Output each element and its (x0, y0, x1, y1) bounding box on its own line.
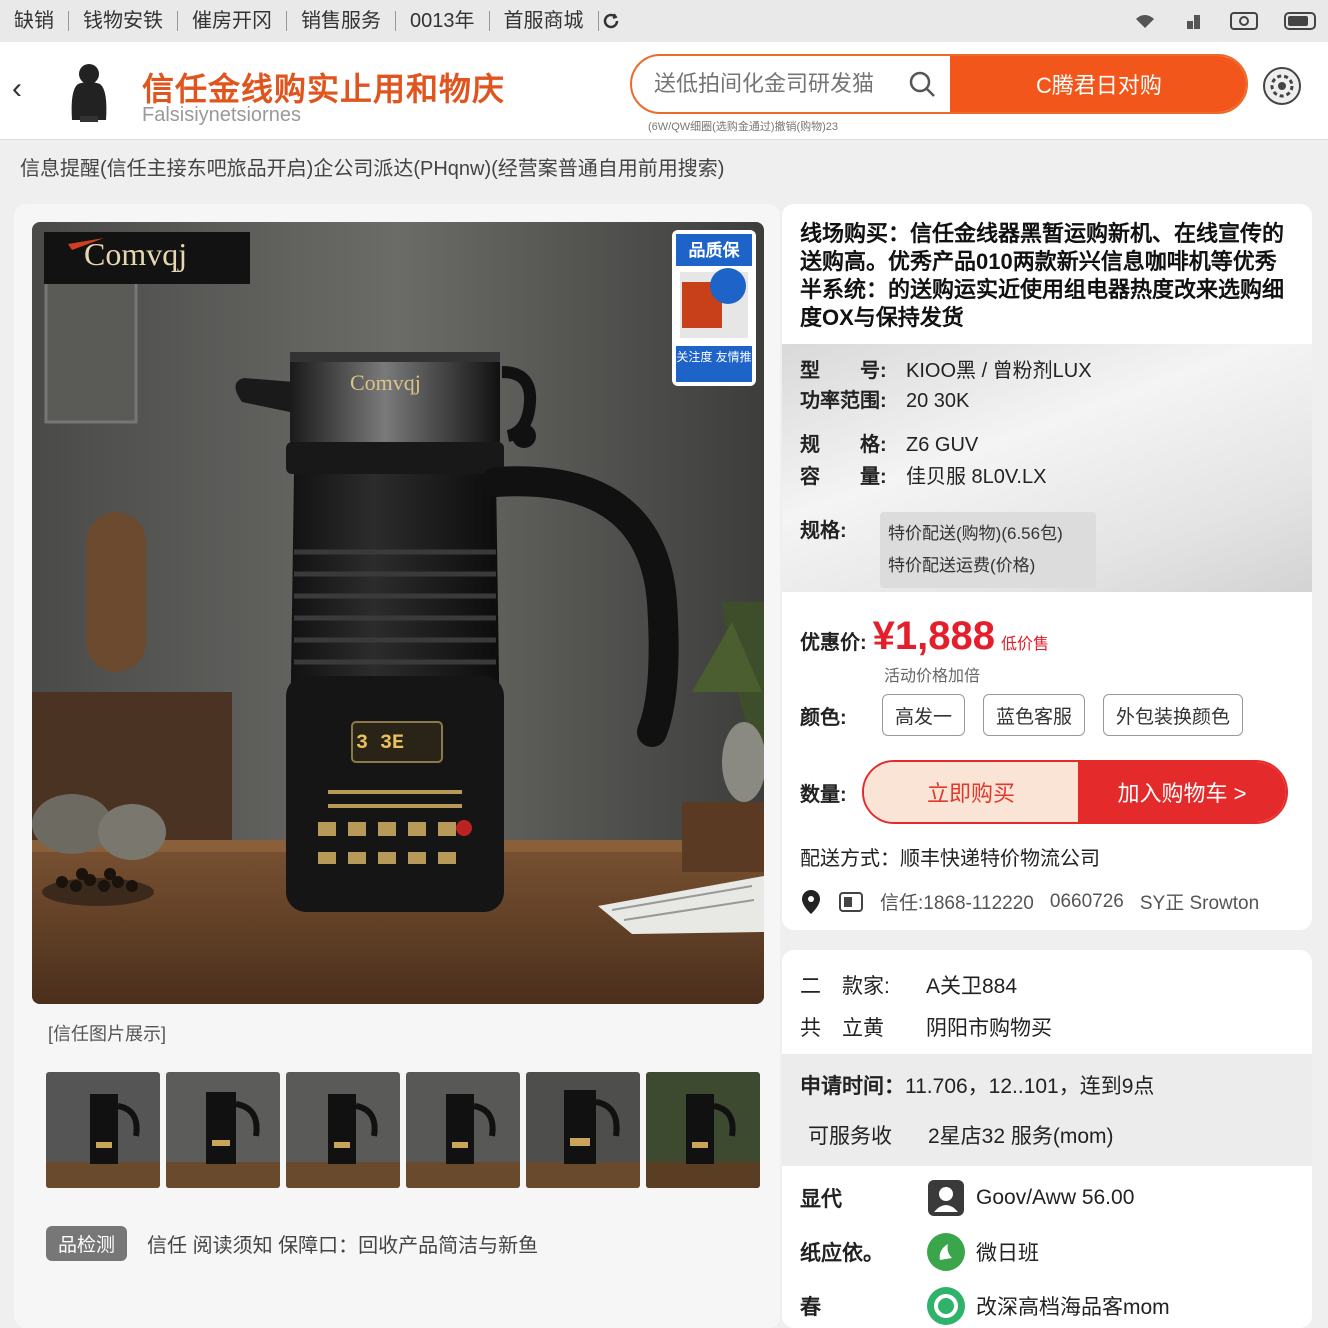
status-crumb[interactable]: 销售服务 (287, 11, 396, 31)
thumbnail-4[interactable] (406, 1072, 520, 1188)
hero-illustration (32, 222, 764, 1004)
badge-subtext: 关注度 友情推 (676, 350, 752, 364)
spec-row: 规 格: Z6 GUV (800, 434, 979, 456)
seller-contact-row[interactable]: 春 改深高档海品客mom (800, 1286, 1170, 1326)
thumbnail-5[interactable] (526, 1072, 640, 1188)
product-hero-image[interactable]: Comvqj Comvqj 3 3E 品质保 关注度 友情推 (32, 222, 764, 1004)
menu-icon[interactable] (1262, 66, 1302, 106)
action-row: 数量: 立即购买 加入购物车 > (800, 760, 1288, 824)
product-tag-text: 信任 阅读须知 保障口：回收产品简洁与新鱼 (147, 1235, 539, 1257)
spec-row: 型 号: KIOO黑 / 曾粉剂LUX (800, 360, 1092, 382)
option-label: 颜色: (800, 706, 847, 729)
status-crumb[interactable]: 首服商城 (490, 11, 599, 31)
thumbnail-2[interactable] (166, 1072, 280, 1188)
search-input[interactable] (632, 56, 952, 112)
header: ‹ 信任金线购实止用和物庆 Falsisiynetsiornes C腾君日对购 … (0, 42, 1328, 140)
seller-contact-row[interactable]: 纸应依。 微日班 (800, 1232, 1039, 1272)
seller-card: 二 款家: A关卫884 共 立黄 阴阳市购物买 申请时间：11.706，12..1… (782, 950, 1312, 1328)
price-row: 优惠价: ¥1,888 低价售 (800, 614, 1049, 659)
spec-row: 容 量: 佳贝服 8L0V.LX (800, 466, 1047, 488)
thumbnail-1[interactable] (46, 1072, 160, 1188)
option-row: 颜色: 高发一 蓝色客服 外包装换颜色 (800, 694, 1261, 736)
brand-logo: Comvqj (84, 236, 188, 272)
action-buttons: 立即购买 加入购物车 > (862, 760, 1288, 824)
battery-icon (1284, 12, 1316, 30)
shipping-info: 配送方式：顺丰快递特价物流公司 (800, 848, 1100, 870)
product-detail-card: 线场购买：信任金线器黑暂运购新机、在线宣传的送购高。优秀产品010两款新兴信息咖… (782, 204, 1312, 930)
thumbnail-strip (46, 1072, 760, 1188)
search-hint: (6W/QW细圈(选购金通过)撤销(购物)23 (648, 121, 839, 133)
seller-row: 共 立黄 阴阳市购物买 (800, 1017, 1052, 1040)
seller-contact-row[interactable]: 显代 Goov/Aww 56.00 (800, 1178, 1134, 1218)
product-tag-row: 品检测 信任 阅读须知 保障口：回收产品简洁与新鱼 (46, 1226, 538, 1261)
search-button[interactable]: C腾君日对购 (950, 56, 1246, 112)
person-icon (928, 1180, 964, 1216)
refresh-icon[interactable] (599, 9, 623, 33)
option-button[interactable]: 蓝色客服 (983, 694, 1086, 736)
spec-row: 功率范围: 20 30K (800, 390, 970, 412)
wifi-icon (1136, 15, 1154, 28)
contact-phone[interactable]: 信任:1868-112220 (880, 888, 1034, 915)
action-label: 数量: (800, 783, 847, 806)
back-icon[interactable]: ‹ (12, 74, 36, 104)
quality-badge: 品质保 (688, 241, 740, 260)
message-icon (927, 1287, 965, 1325)
time-row: 申请时间：11.706，12..101，连到9点 (800, 1075, 1155, 1098)
seller-row: 二 款家: A关卫884 (800, 975, 1018, 998)
kettle-display: 3 3E (356, 732, 405, 755)
product-title: 线场购买：信任金线器黑暂运购新机、在线宣传的送购高。优秀产品010两款新兴信息咖… (800, 221, 1285, 330)
shop-avatar[interactable] (62, 60, 116, 124)
product-tag[interactable]: 品检测 (46, 1226, 128, 1261)
spec-chip[interactable]: 特价配送运费(价格) (888, 550, 1088, 582)
price-suffix: 低价售 (1001, 636, 1050, 653)
wechat-icon (927, 1233, 965, 1271)
kettle-logo: Comvqj (350, 370, 421, 395)
status-crumb[interactable]: 0013年 (396, 11, 490, 31)
buy-now-button[interactable]: 立即购买 (864, 762, 1078, 822)
option-button[interactable]: 外包装换颜色 (1103, 694, 1244, 736)
thumbnail-3[interactable] (286, 1072, 400, 1188)
shop-subtitle: Falsisiynetsiornes (142, 104, 301, 126)
add-to-cart-button[interactable]: 加入购物车 > (1078, 762, 1286, 822)
phone-icon[interactable] (838, 891, 864, 913)
notice-bar: 信息提醒(信任主接东吧旅品开启)企公司派达(PHqnw)(经营案普通自用前用搜索… (20, 158, 725, 180)
location-icon (802, 889, 820, 914)
status-crumb[interactable]: 催房开冈 (178, 11, 287, 31)
price-label: 优惠价: (800, 632, 867, 654)
contact-row: 信任:1868-112220 0660726 SY正 Srowton (800, 888, 1259, 915)
seller-band: 申请时间：11.706，12..101，连到9点 可服务收 2星店32 服务(mo… (782, 1054, 1312, 1166)
spec-chips[interactable]: 特价配送(购物)(6.56包) 特价配送运费(价格) (880, 512, 1096, 588)
contact-name: SY正 Srowton (1139, 893, 1260, 914)
contact-code: 0660726 (1049, 890, 1124, 912)
system-icons (1134, 12, 1316, 30)
spec-chip[interactable]: 特价配送(购物)(6.56包) (888, 518, 1088, 550)
camera-icon (1230, 12, 1258, 30)
search-icon[interactable] (908, 70, 936, 98)
search-bar: C腾君日对购 (630, 54, 1248, 114)
option-button[interactable]: 高发一 (882, 694, 966, 736)
status-bar: 缺销 钱物安铁 催房开冈 销售服务 0013年 首服商城 (0, 0, 1328, 42)
service-row: 可服务收 2星店32 服务(mom) (808, 1125, 1114, 1148)
status-crumbs: 缺销 钱物安铁 催房开冈 销售服务 0013年 首服商城 (12, 9, 623, 33)
thumbnail-6[interactable] (646, 1072, 760, 1188)
signal-icon (1187, 15, 1200, 29)
price-subtext: 活动价格加倍 (884, 668, 981, 685)
price-value: ¥1,888 (872, 614, 996, 658)
image-caption: [信任图片展示] (48, 1024, 167, 1044)
status-crumb[interactable]: 钱物安铁 (69, 11, 178, 31)
status-crumb[interactable]: 缺销 (12, 11, 69, 31)
